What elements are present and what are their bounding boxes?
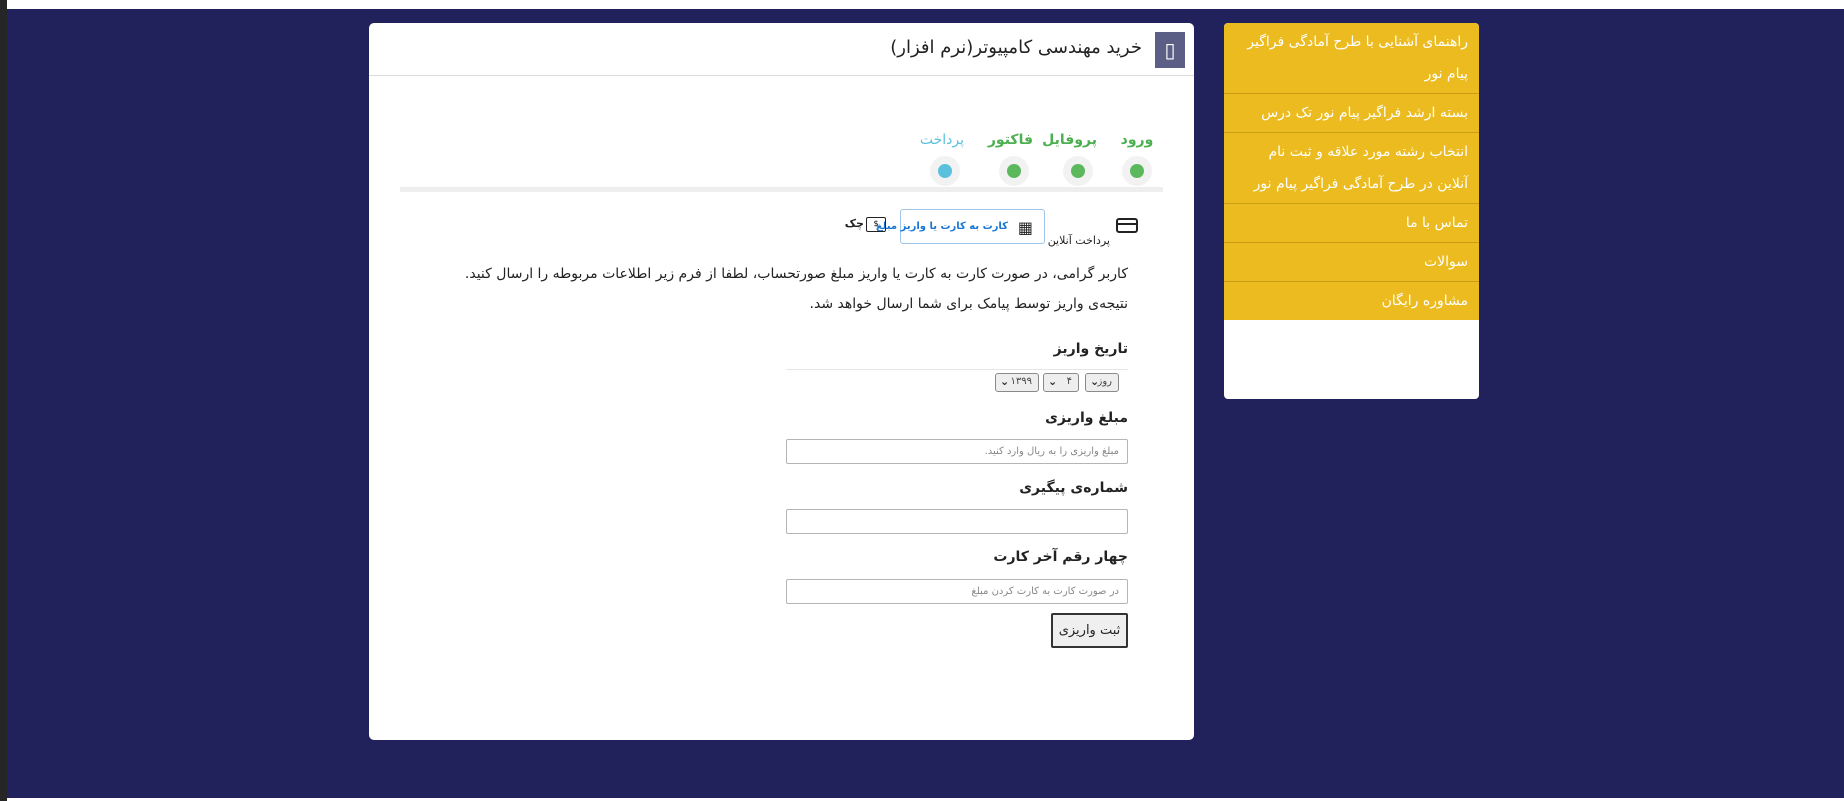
deposit-amount-input[interactable] [786,439,1128,464]
step-current-dot [938,164,952,178]
sidebar-item-faq[interactable]: سوالات [1224,243,1479,282]
chevron-down-icon: ⌄ [1000,375,1010,388]
card-last-four-label: چهار رقم آخر کارت [993,549,1128,565]
month-value: ۴ [1066,376,1072,387]
chevron-down-icon: ⌄ [1048,375,1058,388]
card-header: ▯ خرید مهندسی کامپیوتر(نرم افزار) [369,23,1194,76]
step-indicator [1063,156,1093,186]
step-done-dot [1007,164,1021,178]
menu-icon[interactable]: ▯ [1155,32,1185,68]
tab-label: پرداخت آنلاین [1047,234,1110,247]
day-select[interactable]: روز ⌄ [1085,373,1119,392]
sidebar: راهنمای آشنایی با طرح آمادگی فراگیر پیام… [1224,23,1479,399]
deposit-amount-label: مبلغ واریزی [1045,410,1128,426]
step-indicator [930,156,960,186]
tracking-number-input[interactable] [786,509,1128,534]
step-payment: پرداخت [919,132,964,186]
chevron-down-icon: ⌄ [1090,375,1100,388]
sidebar-item-single-course[interactable]: بسته ارشد فراگیر پیام نور تک درس [1224,94,1479,133]
step-label: پروفایل [1042,132,1097,148]
year-select[interactable]: ۱۳۹۹ ⌄ [995,373,1039,392]
tab-online-payment-text[interactable]: پرداخت آنلاین [1048,234,1110,247]
year-value: ۱۳۹۹ [1010,376,1032,387]
deposit-date-label: تاریخ واریز [1053,341,1128,357]
step-profile: پروفایل [1042,132,1097,186]
info-message-line-1: کاربر گرامی، در صورت کارت به کارت یا وار… [464,266,1128,282]
card-transfer-icon: ▦ [1017,218,1033,237]
month-select[interactable]: ۴ ⌄ [1043,373,1079,392]
credit-card-icon [1116,218,1138,233]
submit-deposit-button[interactable]: ثبت واریزی [1051,613,1128,648]
step-done-dot [1071,164,1085,178]
window-edge [0,0,7,801]
step-label: ورود [1120,132,1154,148]
sidebar-item-contact[interactable]: تماس با ما [1224,204,1479,243]
step-indicator [1122,156,1152,186]
sidebar-menu: راهنمای آشنایی با طرح آمادگی فراگیر پیام… [1224,23,1479,320]
check-icon: $ [866,217,886,232]
tracking-number-label: شماره‌ی پیگیری [1019,480,1128,496]
tab-card-transfer[interactable]: ▦ کارت به کارت یا واریز مبلغ [876,209,1045,244]
info-message-line-2: نتیجه‌ی واریز توسط پیامک برای شما ارسال … [809,296,1128,312]
step-done-dot [1130,164,1144,178]
step-progress-line [400,187,1163,192]
sidebar-item-guide[interactable]: راهنمای آشنایی با طرح آمادگی فراگیر پیام… [1224,23,1479,94]
step-label: پرداخت [919,132,964,148]
sidebar-item-consultation[interactable]: مشاوره رایگان [1224,282,1479,320]
tab-label: کارت به کارت یا واریز مبلغ [875,221,1008,232]
date-divider [786,369,1128,370]
sidebar-item-field-selection[interactable]: انتخاب رشته مورد علاقه و ثبت نام آنلاین … [1224,133,1479,204]
tab-label: چک [844,217,864,230]
page-title: خرید مهندسی کامپیوتر(نرم افزار) [890,37,1142,58]
step-invoice: فاکتور [987,132,1033,186]
card-last-four-input[interactable] [786,579,1128,604]
purchase-card: ▯ خرید مهندسی کامپیوتر(نرم افزار) ورود پ… [369,23,1194,740]
tab-check[interactable]: چک [845,217,864,230]
step-label: فاکتور [987,132,1033,148]
day-value: روز [1097,376,1113,387]
step-login: ورود [1118,132,1156,186]
step-indicator [999,156,1029,186]
